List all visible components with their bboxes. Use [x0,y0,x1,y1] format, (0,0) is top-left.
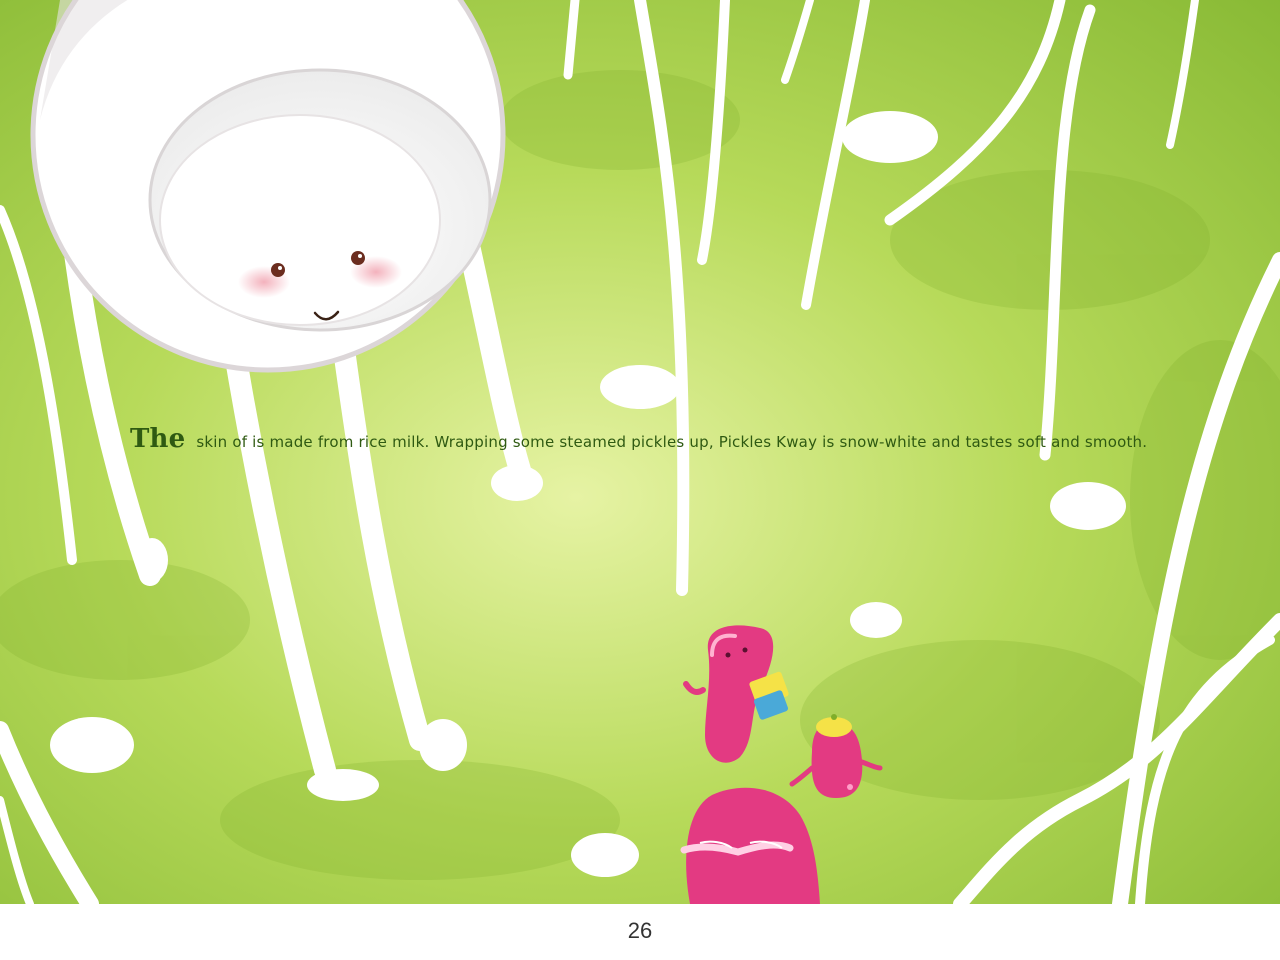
snow-mound [1050,482,1126,530]
snow-mound [850,602,902,638]
snow-mound [600,365,680,409]
page-number: 26 [627,918,653,943]
snow-mound [842,111,938,163]
page-footer: 26 [0,904,1280,960]
eye [271,263,285,277]
snow-mound [50,717,134,773]
caption-first-word: The [130,424,186,454]
story-caption: The skin of is made from rice milk. Wrap… [130,424,1170,454]
storybook-page: The skin of is made from rice milk. Wrap… [0,0,1280,960]
eye [351,251,365,265]
caption-text: skin of is made from rice milk. Wrapping… [196,433,1148,451]
snow-mound [571,833,639,877]
